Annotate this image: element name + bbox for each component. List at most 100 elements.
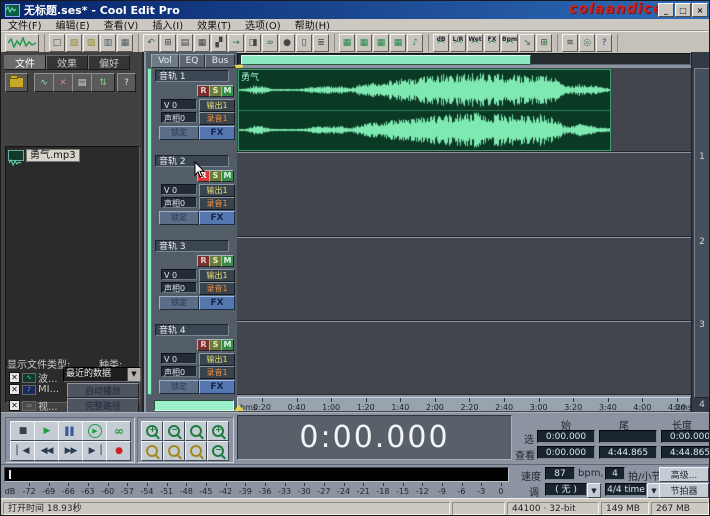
scripts-icon[interactable]: ≋ — [562, 34, 578, 52]
tempo-envelope-button[interactable]: Bpm⌒ — [501, 34, 518, 52]
menu-item-1[interactable]: 编辑(E) — [49, 17, 97, 32]
track-name-field[interactable]: 音轨 1 — [155, 70, 229, 82]
go-to-start-button[interactable]: ◀ — [10, 441, 35, 461]
key-chevron-down-icon[interactable]: ▼ — [587, 483, 601, 498]
vertical-scroll-thumb[interactable] — [694, 68, 710, 398]
view-start-field[interactable]: 0:00.000 — [537, 446, 595, 459]
zoom-to-selection-button[interactable] — [141, 441, 163, 461]
pan-field[interactable]: 声相0 — [161, 282, 197, 293]
timeline-ruler[interactable]: hmshms0:200:401:001:201:402:002:202:403:… — [237, 397, 691, 412]
punch-in-icon[interactable]: ● — [279, 34, 295, 52]
close-button[interactable]: × — [692, 3, 708, 17]
record-device-button[interactable]: 录音1 — [199, 282, 235, 295]
record-device-button[interactable]: 录音1 — [199, 366, 235, 379]
wet-dry-envelope-button[interactable]: Wet⌒ — [467, 34, 483, 52]
snap-loops-icon[interactable]: ▦ — [390, 34, 406, 52]
track-name-field[interactable]: 音轨 4 — [155, 324, 229, 336]
remove-file-button[interactable]: ✕ — [53, 73, 73, 92]
undo-icon[interactable]: ↶ — [143, 34, 159, 52]
tab-eq[interactable]: EQ — [179, 54, 205, 68]
mute-button[interactable]: M — [221, 170, 234, 182]
split-clip-icon[interactable]: ▞ — [211, 34, 227, 52]
add-track-button[interactable]: ⊞ — [536, 34, 552, 52]
output-device-button[interactable]: 输出1 — [199, 269, 235, 282]
audio-clip[interactable]: 勇气 — [238, 69, 611, 151]
group-clips-icon[interactable]: ▦ — [339, 34, 355, 52]
volume-field[interactable]: V 0 — [161, 99, 197, 110]
video-filter-checkbox[interactable]: ✕ — [9, 400, 20, 411]
lock-button[interactable]: 锁定 — [159, 296, 199, 310]
mixdown-icon[interactable]: ⊞ — [160, 34, 176, 52]
horizontal-scrollbar[interactable] — [237, 53, 691, 65]
level-meter[interactable] — [4, 467, 509, 482]
record-device-button[interactable]: 录音1 — [199, 112, 235, 125]
selection-end-field[interactable] — [599, 430, 657, 443]
mixers-window-icon[interactable]: ▤ — [177, 34, 193, 52]
zoom-in-horizontal-button[interactable]: + — [207, 421, 229, 441]
lock-button[interactable]: 锁定 — [159, 126, 199, 140]
menu-item-2[interactable]: 查看(V) — [97, 17, 146, 32]
menu-item-4[interactable]: 效果(T) — [190, 17, 238, 32]
full-paths-button[interactable]: 完整路径 — [67, 398, 139, 413]
device-properties-icon[interactable]: ◎ — [579, 34, 595, 52]
mute-button[interactable]: M — [221, 255, 234, 267]
go-to-end-button[interactable]: ▶ — [82, 441, 107, 461]
track-pan-scrollbar[interactable] — [154, 400, 234, 411]
sort-options-button[interactable]: ⇅ — [91, 73, 115, 92]
chevron-down-icon[interactable]: ▼ — [127, 368, 140, 381]
open-append-button[interactable]: ▧ — [83, 34, 99, 52]
tab-files[interactable]: 文件 — [4, 55, 46, 70]
record-button[interactable]: ● — [106, 441, 131, 461]
track-lane-3[interactable] — [237, 238, 691, 321]
open-file-button[interactable] — [5, 73, 28, 92]
metronome-button[interactable]: 节拍器 — [659, 483, 709, 498]
crossfade-icon[interactable]: → — [228, 34, 244, 52]
restore-button[interactable]: □ — [675, 3, 691, 17]
tab-vol[interactable]: Vol — [151, 54, 179, 68]
volume-field[interactable]: V 0 — [161, 353, 197, 364]
mute-button[interactable]: M — [221, 339, 234, 351]
stop-button[interactable]: ■ — [10, 421, 35, 441]
fx-button[interactable]: FX — [199, 296, 235, 310]
filter-wave-row[interactable]: ✕ ∿ 波... — [9, 370, 58, 385]
save-as-button[interactable]: ▦ — [117, 34, 133, 52]
pan-field[interactable]: 声相0 — [161, 197, 197, 208]
filter-video-row[interactable]: ✕ ▭ 视... — [9, 398, 58, 413]
help-icon[interactable]: ? — [596, 34, 612, 52]
session-properties-icon[interactable]: ▦ — [194, 34, 210, 52]
zoom-out-button[interactable]: − — [163, 421, 185, 441]
volume-field[interactable]: V 0 — [161, 184, 197, 195]
output-device-button[interactable]: 输出1 — [199, 353, 235, 366]
minimize-button[interactable]: _ — [658, 3, 674, 17]
time-signature-dropdown[interactable]: 4/4 time — [605, 483, 647, 496]
open-file-button[interactable]: ▨ — [66, 34, 82, 52]
snap-grid-icon[interactable]: ▦ — [356, 34, 372, 52]
mute-button[interactable]: M — [221, 85, 234, 97]
menu-item-0[interactable]: 文件(F) — [1, 17, 49, 32]
zoom-sel-right-button[interactable] — [185, 441, 207, 461]
zoom-full-button[interactable] — [185, 421, 207, 441]
fx-button[interactable]: FX — [199, 126, 235, 140]
track-name-field[interactable]: 音轨 2 — [155, 155, 229, 167]
key-dropdown[interactable]: ( 无 ) — [545, 483, 587, 496]
insert-into-session-button[interactable]: ∿ — [34, 73, 54, 92]
sort-by-dropdown[interactable]: 最近的数据 ▼ — [63, 367, 141, 382]
organizer-help-button[interactable]: ? — [117, 73, 136, 92]
edit-file-button[interactable]: ▤ — [72, 73, 92, 92]
volume-envelope-button[interactable]: dB⌒ — [433, 34, 449, 52]
insert-midi-icon[interactable]: ♪ — [407, 34, 423, 52]
selection-start-field[interactable]: 0:00.000 — [537, 430, 595, 443]
zoom-in-button[interactable]: + — [141, 421, 163, 441]
playhead-marker-bottom[interactable] — [234, 405, 244, 411]
beats-value-field[interactable]: 4 — [605, 467, 625, 480]
clip-mute-icon[interactable]: ◨ — [245, 34, 261, 52]
menu-item-6[interactable]: 帮助(H) — [288, 17, 337, 32]
track-lane-2[interactable] — [237, 153, 691, 237]
lock-button[interactable]: 锁定 — [159, 380, 199, 394]
new-session-button[interactable]: □ — [49, 34, 65, 52]
pause-button[interactable]: ▌▌ — [58, 421, 83, 441]
track-lane-1[interactable]: 勇气 — [237, 68, 691, 152]
fx-button[interactable]: FX — [199, 211, 235, 225]
pan-field[interactable]: 声相0 — [161, 366, 197, 377]
pan-envelope-button[interactable]: L/R⌒ — [450, 34, 466, 52]
